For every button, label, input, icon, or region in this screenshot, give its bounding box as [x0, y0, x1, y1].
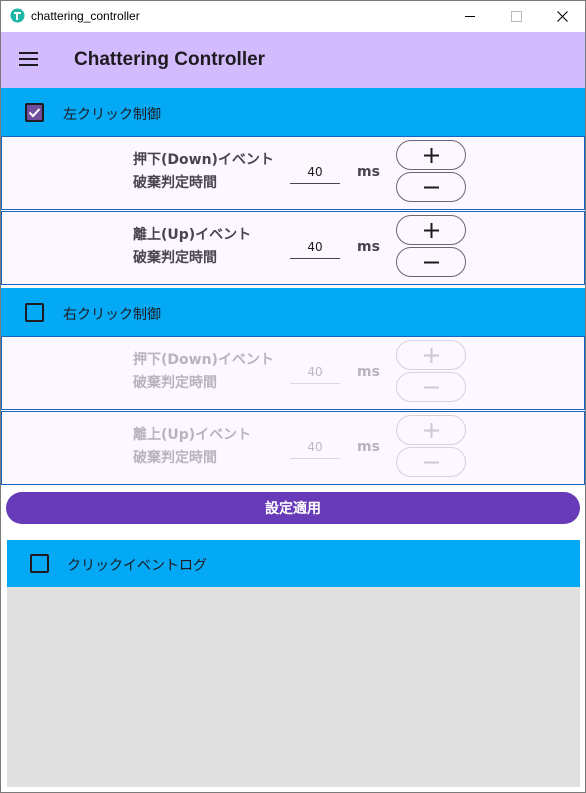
- left-down-time-input[interactable]: 40: [290, 161, 340, 184]
- left-down-increment-button[interactable]: [396, 140, 466, 170]
- minus-icon: [424, 386, 439, 389]
- close-icon: [556, 11, 568, 22]
- click-log-header: クリックイベントログ: [7, 540, 580, 587]
- left-down-decrement-button[interactable]: [396, 172, 466, 202]
- maximize-button[interactable]: [493, 1, 539, 32]
- app-window: chattering_controller Chattering Control…: [0, 0, 586, 793]
- minus-icon: [424, 261, 439, 264]
- maximize-icon: [510, 11, 522, 22]
- minus-icon: [424, 186, 439, 189]
- app-logo-icon: [10, 8, 25, 23]
- window-title: chattering_controller: [31, 9, 140, 23]
- left-down-unit: ms: [357, 164, 380, 180]
- right-up-unit: ms: [357, 439, 380, 455]
- right-down-time-input[interactable]: 40: [290, 361, 340, 384]
- right-up-label: 離上(Up)イベント 破棄判定時間: [133, 427, 252, 466]
- left-up-decrement-button[interactable]: [396, 247, 466, 277]
- left-up-unit: ms: [357, 239, 380, 255]
- right-down-label: 押下(Down)イベント 破棄判定時間: [133, 352, 274, 391]
- right-down-increment-button[interactable]: [396, 340, 466, 370]
- right-down-unit: ms: [357, 364, 380, 380]
- minimize-button[interactable]: [447, 1, 493, 32]
- right-down-decrement-button[interactable]: [396, 372, 466, 402]
- left-click-checkbox[interactable]: [25, 103, 44, 122]
- click-log-checkbox[interactable]: [30, 554, 49, 573]
- left-down-label: 押下(Down)イベント 破棄判定時間: [133, 152, 274, 191]
- left-up-increment-button[interactable]: [396, 215, 466, 245]
- plus-icon: [424, 148, 439, 163]
- left-up-label: 離上(Up)イベント 破棄判定時間: [133, 227, 252, 266]
- plus-icon: [424, 348, 439, 363]
- right-click-header: 右クリック制御: [1, 288, 585, 336]
- right-up-time-input[interactable]: 40: [290, 436, 340, 459]
- right-up-decrement-button[interactable]: [396, 447, 466, 477]
- minimize-icon: [465, 16, 475, 17]
- click-log-area[interactable]: [7, 587, 580, 787]
- left-down-row: 押下(Down)イベント 破棄判定時間 40 ms: [1, 136, 585, 210]
- close-button[interactable]: [539, 1, 585, 32]
- right-up-increment-button[interactable]: [396, 415, 466, 445]
- right-click-label: 右クリック制御: [63, 307, 161, 323]
- left-up-time-input[interactable]: 40: [290, 236, 340, 259]
- check-icon: [28, 108, 41, 118]
- right-down-row: 押下(Down)イベント 破棄判定時間 40 ms: [1, 336, 585, 410]
- menu-icon[interactable]: [19, 52, 38, 66]
- plus-icon: [424, 223, 439, 238]
- app-title: Chattering Controller: [74, 49, 266, 70]
- left-click-header: 左クリック制御: [1, 88, 585, 136]
- left-up-row: 離上(Up)イベント 破棄判定時間 40 ms: [1, 211, 585, 285]
- title-bar: chattering_controller: [1, 1, 585, 32]
- apply-settings-button[interactable]: 設定適用: [6, 492, 580, 524]
- app-bar: Chattering Controller: [1, 32, 585, 88]
- plus-icon: [424, 423, 439, 438]
- minus-icon: [424, 461, 439, 464]
- right-click-checkbox[interactable]: [25, 303, 44, 322]
- right-up-row: 離上(Up)イベント 破棄判定時間 40 ms: [1, 411, 585, 485]
- left-click-label: 左クリック制御: [63, 107, 161, 123]
- click-log-label: クリックイベントログ: [67, 558, 207, 574]
